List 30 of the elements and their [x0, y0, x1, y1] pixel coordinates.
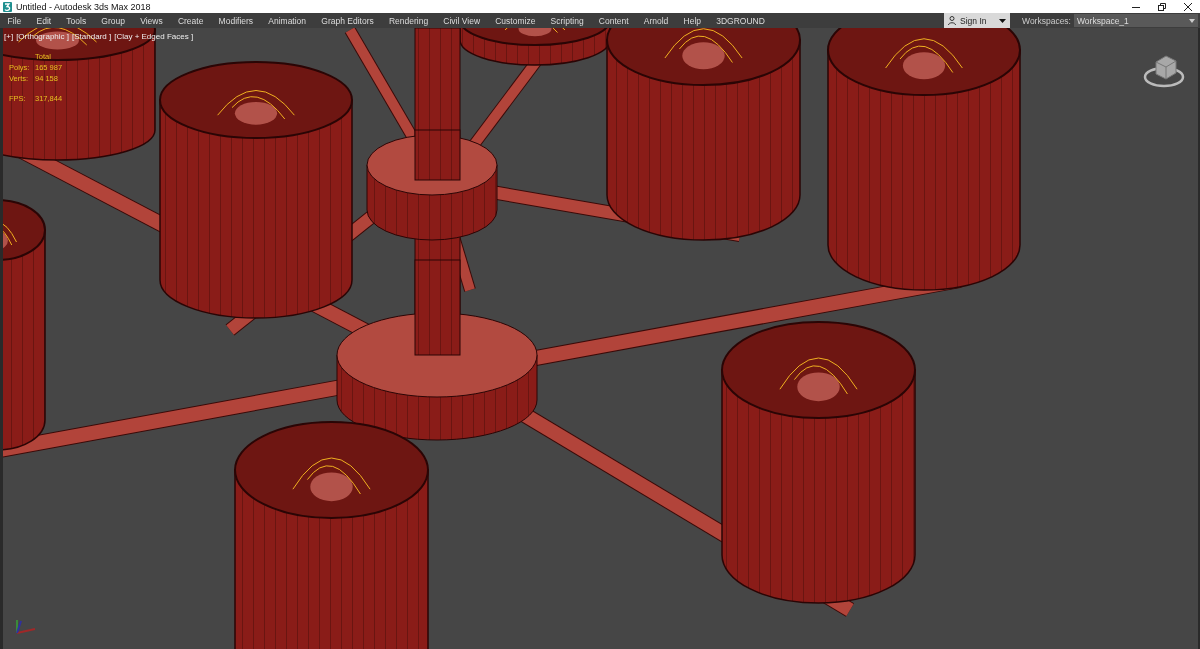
menu-item[interactable]: Graph Editors — [313, 15, 382, 26]
close-icon[interactable] — [1184, 2, 1192, 11]
workspace-dropdown[interactable]: Workspace_1 — [1074, 14, 1198, 27]
menu-item[interactable]: Animation — [260, 15, 314, 26]
viewport-label[interactable]: [Orthographic ] — [16, 32, 70, 41]
menu-item[interactable]: Rendering — [381, 15, 436, 26]
window-title: Untitled - Autodesk 3ds Max 2018 — [16, 1, 152, 12]
sign-in-button[interactable]: Sign In — [944, 13, 1010, 28]
menu-item[interactable]: File — [0, 15, 29, 26]
restore-icon[interactable] — [1158, 2, 1166, 11]
menu-item[interactable]: Civil View — [435, 15, 488, 26]
menu-item[interactable]: Content — [591, 15, 637, 26]
caret-icon — [999, 18, 1006, 23]
menu-item[interactable]: Modifiers — [211, 15, 261, 26]
menu-item[interactable]: Help — [675, 15, 709, 26]
viewport-label[interactable]: [+] — [4, 32, 14, 41]
menu-item[interactable]: Scripting — [542, 15, 592, 26]
menu-item[interactable]: Tools — [58, 15, 94, 26]
menu-item[interactable]: Arnold — [636, 15, 676, 26]
menu-item[interactable]: Customize — [487, 15, 543, 26]
menu-item[interactable]: Create — [170, 15, 211, 26]
viewport-label[interactable]: [Clay + Edged Faces ] — [114, 32, 194, 41]
viewport-label[interactable]: [Standard ] — [72, 32, 112, 41]
menu-item[interactable]: 3DGROUND — [708, 15, 773, 26]
menu-item[interactable]: Edit — [28, 15, 59, 26]
caret-icon — [1189, 18, 1195, 23]
menu-item[interactable]: Group — [93, 15, 133, 26]
user-icon — [948, 16, 956, 25]
workspaces-label: Workspaces: — [1022, 15, 1071, 26]
menu-item[interactable]: Views — [132, 15, 171, 26]
